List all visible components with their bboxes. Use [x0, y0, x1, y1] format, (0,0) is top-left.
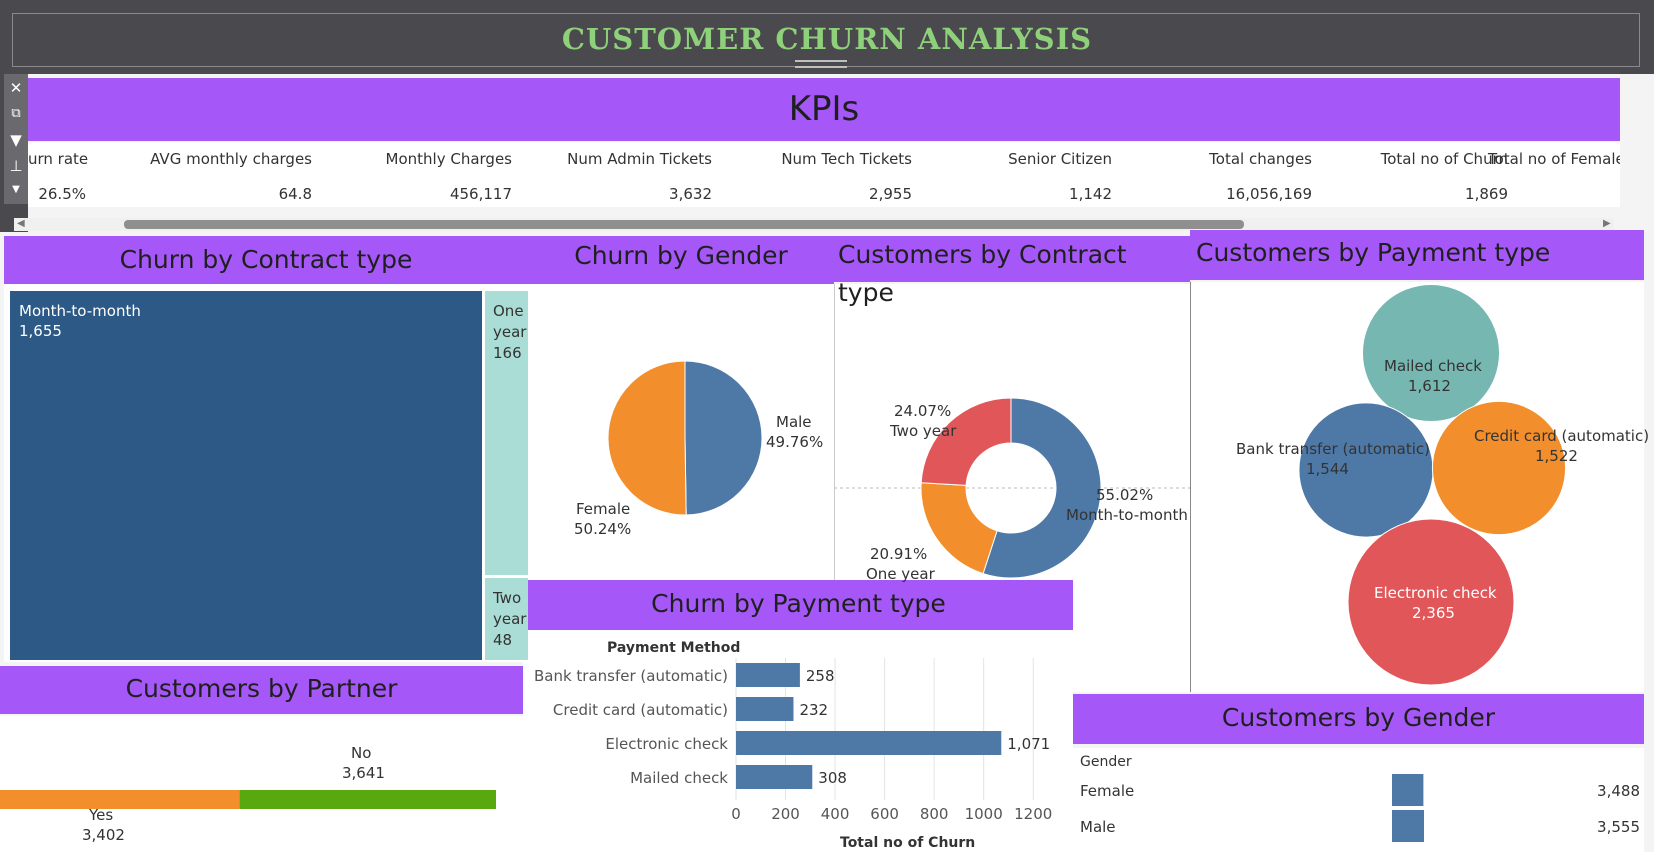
bubble-label: Credit card (automatic)	[1474, 427, 1650, 445]
gender-bar-male[interactable]	[1392, 810, 1424, 842]
bubble-value: 1,522	[1535, 447, 1578, 465]
pie-value: 49.76%	[766, 433, 824, 451]
partner-label: Yes	[89, 806, 114, 824]
pie-slice-male[interactable]	[684, 360, 763, 516]
bar-category: Credit card (automatic)	[552, 701, 728, 719]
bar-x-tick: 0	[731, 805, 741, 823]
partner-value: 3,641	[342, 764, 385, 782]
donut-label: One year	[866, 565, 935, 583]
bubble-electronic-check[interactable]	[1347, 518, 1515, 686]
bar-x-tick: 200	[771, 805, 800, 823]
bar-row-header: Payment Method	[607, 640, 741, 656]
bubble-value: 1,612	[1408, 377, 1451, 395]
bar-x-tick: 600	[870, 805, 899, 823]
donut-value: 55.02%	[1096, 486, 1154, 504]
bubble-label: Bank transfer (automatic)	[1236, 440, 1431, 458]
pie-label: Female	[576, 500, 631, 518]
bar-category: Mailed check	[630, 769, 728, 787]
bar-x-tick: 800	[920, 805, 949, 823]
bar-mailed-check[interactable]	[736, 765, 813, 789]
bar-value-label: 308	[818, 769, 847, 787]
partner-value: 3,402	[82, 826, 125, 844]
donut-value: 24.07%	[894, 402, 952, 420]
bar-category: Bank transfer (automatic)	[533, 667, 728, 685]
gender-value: 3,488	[1597, 782, 1640, 800]
gender-category: Male	[1080, 818, 1116, 836]
bar-value-label: 1,071	[1007, 735, 1050, 753]
partner-label: No	[351, 744, 372, 762]
bar-credit-card-automatic-[interactable]	[736, 697, 794, 721]
bubble-credit-card-automatic-[interactable]	[1431, 400, 1567, 536]
donut-label: Month-to-month	[1066, 506, 1188, 524]
bar-x-tick: 1000	[965, 805, 1003, 823]
gender-value: 3,555	[1597, 818, 1640, 836]
bar-electronic-check[interactable]	[736, 731, 1002, 755]
bar-x-tick: 1200	[1014, 805, 1052, 823]
pie-value: 50.24%	[574, 520, 632, 538]
bar-category: Electronic check	[605, 735, 728, 753]
partner-bar-yes[interactable]	[0, 790, 240, 809]
pie-slice-female[interactable]	[607, 360, 687, 516]
bar-bank-transfer-automatic-[interactable]	[736, 663, 800, 687]
gender-bar-female[interactable]	[1392, 774, 1424, 806]
bubble-value: 2,365	[1412, 604, 1455, 622]
bubble-label: Mailed check	[1384, 357, 1482, 375]
gender-row-header: Gender	[1080, 754, 1132, 770]
partner-bar-no[interactable]	[239, 790, 496, 809]
bubble-value: 1,544	[1306, 460, 1349, 478]
bar-value-label: 258	[806, 667, 835, 685]
bubble-label: Electronic check	[1374, 584, 1497, 602]
donut-value: 20.91%	[870, 545, 928, 563]
gender-category: Female	[1080, 782, 1135, 800]
donut-slice-one-year[interactable]	[920, 482, 998, 575]
bar-x-tick: 400	[821, 805, 850, 823]
charts-layer: 0 200 400 600 800 1000 1200 258 232 1,071 308	[0, 283, 1567, 842]
bar-value-label: 232	[799, 701, 828, 719]
bubble-mailed-check[interactable]	[1361, 283, 1501, 423]
donut-label: Two year	[890, 422, 957, 440]
bar-x-axis-label: Total no of Churn	[840, 835, 976, 851]
pie-label: Male	[776, 413, 812, 431]
